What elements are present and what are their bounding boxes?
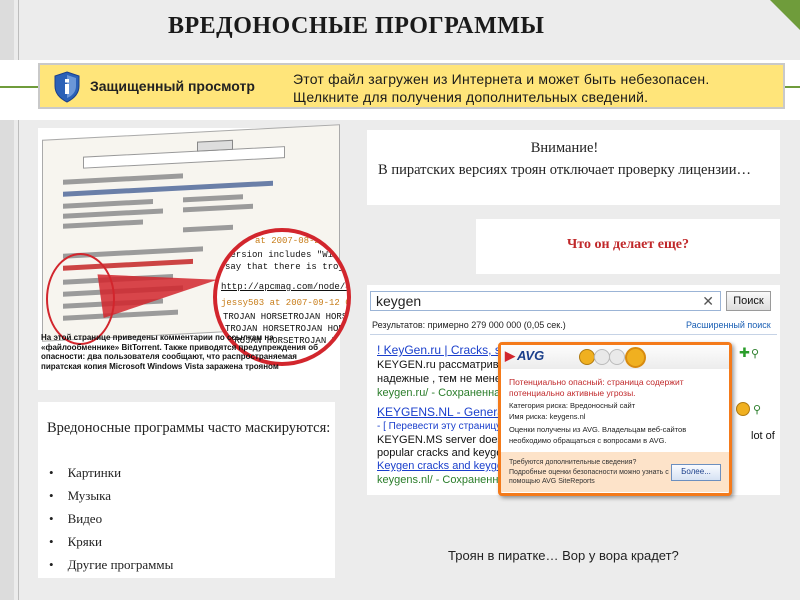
attention-heading: Внимание!: [530, 140, 599, 156]
torrent-text-line: [183, 194, 243, 203]
result-snippet: KEYGEN.ru рассматривает: [377, 359, 516, 371]
advanced-search-link: Расширенный поиск: [686, 320, 771, 330]
trailing-snippet: lot of: [751, 430, 775, 442]
results-count: Результатов: примерно 279 000 000 (0,05 …: [372, 320, 566, 330]
disguise-box: Вредоносные программы часто маскируются:…: [38, 402, 335, 578]
torrent-caption: На этой странице приведены комментарии п…: [41, 333, 319, 371]
shield-info-icon: [54, 71, 80, 103]
list-item: Видео: [47, 507, 173, 530]
avg-rating-icon: [736, 402, 750, 416]
protected-view-title: Защищенный просмотр: [90, 78, 255, 94]
help-icon: ⚲: [751, 348, 760, 360]
safe-shield-icon: ✚: [739, 345, 750, 360]
question-box: Что он делает еще?: [476, 219, 780, 274]
zoom-line: TROJAN HORSETROJAN HORSE: [223, 312, 351, 322]
avg-brand: AVG: [517, 348, 545, 363]
torrent-screenshot: at 2007-08-2 version includes "Win say t…: [38, 124, 351, 390]
torrent-text-line: [183, 224, 233, 233]
torrent-text-line: [63, 208, 163, 219]
torrent-text-line: [63, 173, 183, 185]
protected-view-line2: Щелкните для получения дополнительных св…: [293, 89, 649, 105]
protected-view-bar[interactable]: Защищенный просмотр Этот файл загружен и…: [38, 63, 785, 109]
result-title: ! KeyGen.ru | Cracks, s: [377, 343, 501, 357]
attention-box: Внимание! В пиратских версиях троян откл…: [367, 130, 780, 205]
result-snippet: KEYGEN.MS server doesn't: [377, 434, 515, 446]
result-extra-link: Keygen cracks and keygens: [377, 460, 515, 472]
zoom-line: jessy503 at 2007-09-12 09:: [221, 298, 351, 308]
clear-icon: ✕: [702, 293, 714, 309]
torrent-text-line: [63, 219, 143, 229]
avg-risk-name: Имя риска: keygens.nl: [509, 411, 586, 421]
slide-title: ВРЕДОНОСНЫЕ ПРОГРАММЫ: [168, 13, 545, 39]
list-item: Музыка: [47, 484, 173, 507]
avg-warning-text: Потенциально опасный: страница содержит …: [509, 377, 684, 398]
avg-logo-icon: ▶: [505, 348, 515, 363]
disguise-lead: Вредоносные программы часто маскируются:: [47, 420, 331, 436]
corner-accent: [770, 0, 800, 30]
rating-grey-icon: [609, 349, 625, 365]
help-icon: ⚲: [753, 404, 762, 416]
torrent-search-box: [83, 146, 285, 169]
protected-view-line1: Этот файл загружен из Интернета и может …: [293, 71, 710, 87]
avg-details: Категория риска: Вредоносный сайт Имя ри…: [509, 401, 721, 446]
rating-orange-icon: [579, 349, 595, 365]
disguise-list: Картинки Музыка Видео Кряки Другие прогр…: [47, 461, 174, 576]
results-divider: [370, 334, 777, 335]
result-title: KEYGENS.NL - Genera: [377, 405, 504, 419]
rating-warning-icon: [625, 347, 646, 368]
zoom-line: at 2007-08-2: [255, 236, 320, 246]
zoom-line: http://apcmag.com/node/47: [221, 282, 351, 292]
zoom-line: say that there is trojan: [225, 262, 351, 272]
avg-warning-popup: ▶ AVG Потенциально опасный: страница соде…: [498, 342, 732, 496]
protected-view-message: Этот файл загружен из Интернета и может …: [293, 70, 709, 106]
avg-ratings-note: Оценки получены из AVG. Владельцам веб-с…: [509, 425, 687, 445]
result-snippet: popular cracks and keygens: [377, 447, 514, 459]
torrent-text-line: [183, 203, 253, 213]
avg-popup-footer: Требуются дополнительные сведения? Подро…: [501, 452, 729, 492]
avg-footer-text: Требуются дополнительные сведения? Подро…: [509, 459, 669, 485]
list-item: Картинки: [47, 461, 173, 484]
result-snippet: надежные , тем не менее б: [377, 373, 517, 385]
avg-category: Категория риска: Вредоносный сайт: [509, 401, 636, 410]
question-text: Что он делает еще?: [566, 237, 690, 252]
rating-grey-icon: [594, 349, 610, 365]
avg-logo: ▶ AVG: [505, 348, 544, 364]
search-input: keygen ✕: [370, 291, 721, 311]
search-button: Поиск: [726, 291, 771, 311]
list-item: Другие программы: [47, 553, 174, 576]
torrent-text-line: [63, 198, 153, 209]
search-query: keygen: [376, 293, 422, 309]
list-item: Кряки: [47, 530, 173, 553]
result-url: keygens.nl/ - Сохраненная: [377, 474, 511, 486]
result-url: keygen.ru/ - Сохраненная: [377, 387, 507, 399]
bottom-caption: Троян в пиратке… Вор у вора крадет?: [448, 548, 679, 563]
avg-popup-header: ▶ AVG: [501, 345, 729, 369]
attention-text: В пиратских версиях троян отключает пров…: [378, 162, 751, 178]
result-translate: - [ Перевести эту страницу: [377, 421, 502, 432]
torrent-search-button: [197, 139, 233, 152]
avg-more-button: Более...: [671, 464, 721, 481]
zoom-line: version includes "Win: [225, 250, 339, 260]
